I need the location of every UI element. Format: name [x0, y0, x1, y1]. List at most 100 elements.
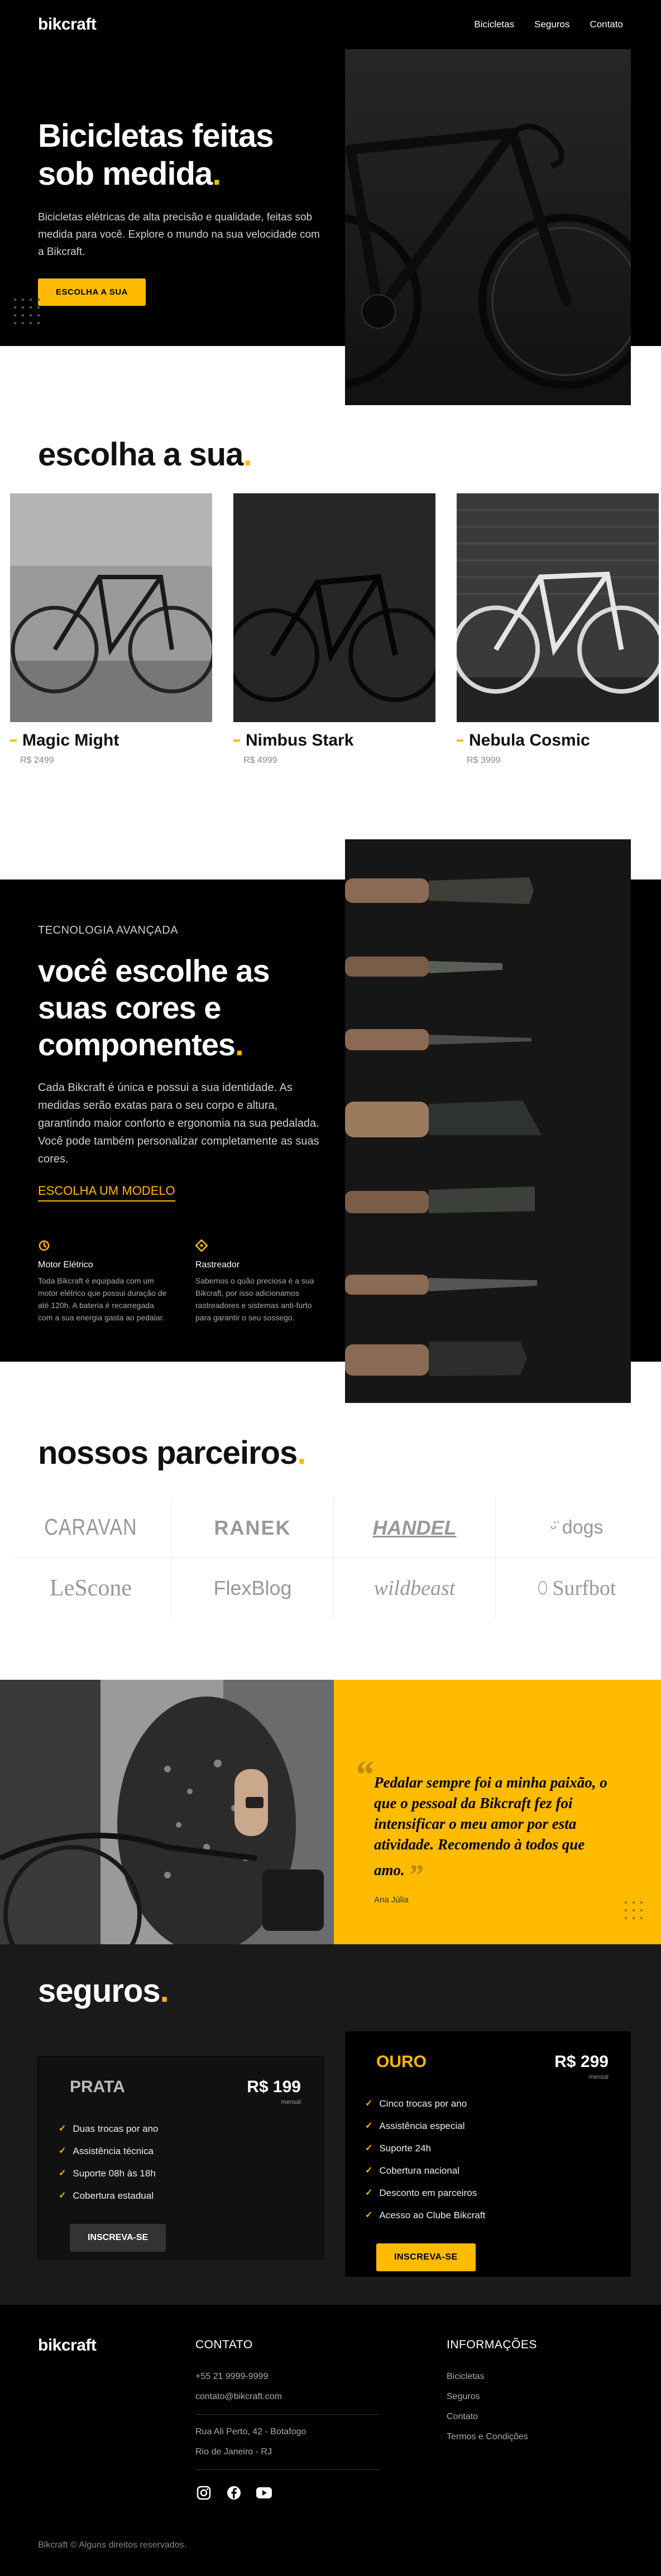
features: Motor Elétrico Toda Bikcraft é equipada … [38, 1239, 328, 1324]
bike-image[interactable] [457, 493, 659, 722]
instagram-icon[interactable] [195, 2484, 212, 2501]
plan-name: OURO [376, 2053, 427, 2071]
partner-logo-flexblog[interactable]: FlexBlog [172, 1558, 334, 1618]
youtube-icon[interactable] [256, 2484, 272, 2501]
social-links [195, 2484, 380, 2501]
hero-description: Bicicletas elétricas de alta precisão e … [38, 212, 320, 258]
seguros-title: seguros. [38, 1973, 169, 2009]
footer-contact-title: Contato [195, 2338, 253, 2351]
feature-title: Rastreador [195, 1260, 240, 1270]
partner-logo-text: wildbeast [373, 1577, 456, 1600]
dots-decoration [11, 296, 45, 329]
footer-link-bicicletas[interactable]: Bicicletas [447, 2372, 537, 2382]
plan-prata: PRATA R$ 199mensal Duas trocas por ano A… [38, 2056, 324, 2259]
hero-text: Bicicletas feitas sob medida. Bicicletas… [38, 117, 328, 306]
testimonial-section: “Pedalar sempre foi a minha paixão, o qu… [0, 1680, 661, 1944]
partner-logo-surfbot[interactable]: ⬯ Surfbot [496, 1558, 658, 1618]
footer-info: Informações Bicicletas Seguros Contato T… [447, 2338, 537, 2442]
tech-text: Tecnologia avançada você escolhe as suas… [38, 924, 328, 1324]
motor-icon [39, 1240, 50, 1251]
partner-logo-caravan[interactable]: CARAVAN [10, 1498, 172, 1558]
bike-price: R$ 3999 [467, 756, 501, 765]
copyright: Bikcraft © Alguns direitos reservados. [38, 2540, 187, 2550]
nav-link-bicicletas[interactable]: Bicicletas [474, 19, 514, 30]
partners-section: nossos parceiros. CARAVAN RANEK HANDEL ᵕ… [0, 1403, 661, 1680]
plan-feature: Suporte 08h às 18h [59, 2162, 323, 2185]
divider [195, 2414, 380, 2415]
divider [195, 2469, 380, 2470]
plan-ouro: OURO R$ 299mensal Cinco trocas por ano A… [345, 2031, 631, 2277]
partner-logo-ranek[interactable]: RANEK [172, 1498, 334, 1558]
bike-name[interactable]: Nebula Cosmic [457, 731, 659, 750]
quote-author: Ana Júlia [374, 1895, 409, 1905]
bike-image[interactable] [10, 493, 212, 722]
feature-text: Toda Bikcraft é equipada com um motor el… [38, 1276, 167, 1322]
plan-feature: Assistência técnica [59, 2140, 323, 2162]
partner-logo-lescone[interactable]: LeScone [10, 1558, 172, 1618]
choose-section: escolha a sua. Magic Might R$ 2499 Nimbu… [0, 405, 661, 818]
testimonial-quote: “Pedalar sempre foi a minha paixão, o qu… [334, 1680, 661, 1944]
tech-title: você escolhe as suas cores e componentes… [38, 953, 270, 1062]
choose-model-link[interactable]: Escolha um modelo [38, 1184, 175, 1202]
surfboard-icon: ⬯ [537, 1579, 548, 1597]
plan-feature: Cobertura estadual [59, 2185, 323, 2207]
hero-button[interactable]: Escolha a sua [38, 278, 146, 306]
bike-name[interactable]: Nimbus Stark [233, 731, 435, 750]
partner-logo-dogs[interactable]: ᵕ̈ dogs [496, 1498, 658, 1558]
bike-card[interactable]: Nebula Cosmic R$ 3999 [457, 493, 659, 766]
partners-grid: CARAVAN RANEK HANDEL ᵕ̈ dogs LeScone Flex… [10, 1498, 658, 1618]
tools-image [345, 839, 631, 1403]
plan-feature: Suporte 24h [365, 2137, 631, 2160]
tech-kicker: Tecnologia avançada [38, 924, 179, 936]
dots-decoration [622, 1899, 645, 1922]
choose-title: escolha a sua. [38, 436, 252, 473]
plan-name: PRATA [70, 2078, 125, 2096]
plan-feature: Duas trocas por ano [59, 2118, 323, 2140]
bike-image[interactable] [233, 493, 435, 722]
plan-feature: Desconto em parceiros [365, 2182, 631, 2204]
close-quote-icon: ” [408, 1858, 423, 1892]
feature-item: Rastreador Sabemos o quão preciosa é a s… [195, 1239, 328, 1324]
partner-logo-wildbeast[interactable]: wildbeast [334, 1558, 496, 1618]
footer-contact: Contato +55 21 9999-9999 contato@bikcraf… [195, 2338, 380, 2501]
partner-logo-text: HANDEL [372, 1516, 457, 1539]
footer-link-seguros[interactable]: Seguros [447, 2392, 537, 2402]
nav-link-seguros[interactable]: Seguros [534, 19, 569, 30]
partners-title: nossos parceiros. [38, 1435, 306, 1471]
plan-feature: Cobertura nacional [365, 2160, 631, 2182]
subscribe-ouro-button[interactable]: Inscreva-se [376, 2243, 476, 2271]
partner-logo-text: FlexBlog [213, 1577, 292, 1599]
footer-email[interactable]: contato@bikcraft.com [195, 2392, 380, 2402]
bike-card[interactable]: Nimbus Stark R$ 4999 [233, 493, 435, 766]
hero-title: Bicicletas feitas sob medida. [38, 118, 274, 192]
feature-text: Sabemos o quão preciosa é a sua Bikcraft… [195, 1276, 314, 1322]
nav-link-contato[interactable]: Contato [590, 19, 623, 30]
bike-name[interactable]: Magic Might [10, 731, 212, 750]
footer-logo[interactable]: bikcraft [38, 2336, 97, 2355]
plan-period: mensal [588, 2074, 609, 2080]
plan-features: Cinco trocas por ano Assistência especia… [345, 2080, 631, 2227]
plan-features: Duas trocas por ano Assistência técnica … [39, 2106, 323, 2207]
bike-cards: Magic Might R$ 2499 Nimbus Stark R$ 4999 [10, 493, 659, 766]
plan-price: R$ 199 mensal [247, 2078, 301, 2106]
testimonial-image [0, 1680, 334, 1944]
site-footer: bikcraft Contato +55 21 9999-9999 contat… [0, 2305, 661, 2576]
partner-logo-handel[interactable]: HANDEL [334, 1498, 496, 1558]
dog-icon: ᵕ̈ [550, 1518, 557, 1537]
main-nav: Bicicletas Seguros Contato [474, 19, 623, 30]
partner-logo-text: dogs [562, 1517, 603, 1538]
facebook-icon[interactable] [226, 2484, 242, 2501]
footer-link-contato[interactable]: Contato [447, 2412, 537, 2422]
logo[interactable]: bikcraft [38, 15, 97, 34]
footer-phone[interactable]: +55 21 9999-9999 [195, 2372, 380, 2382]
partner-logo-text: RANEK [214, 1516, 291, 1539]
footer-address-1: Rua Ali Perto, 42 - Botafogo [195, 2427, 306, 2436]
bike-card[interactable]: Magic Might R$ 2499 [10, 493, 212, 766]
subscribe-prata-button[interactable]: Inscreva-se [70, 2224, 166, 2252]
seguros-section: seguros. PRATA R$ 199mensal Duas trocas … [0, 1944, 661, 2305]
tech-description: Cada Bikcraft é única e possui a sua ide… [38, 1082, 319, 1165]
bike-price: R$ 4999 [243, 756, 277, 765]
footer-info-title: Informações [447, 2338, 537, 2351]
quote-text: “Pedalar sempre foi a minha paixão, o qu… [354, 1753, 607, 1892]
footer-link-termos[interactable]: Termos e Condições [447, 2432, 537, 2442]
